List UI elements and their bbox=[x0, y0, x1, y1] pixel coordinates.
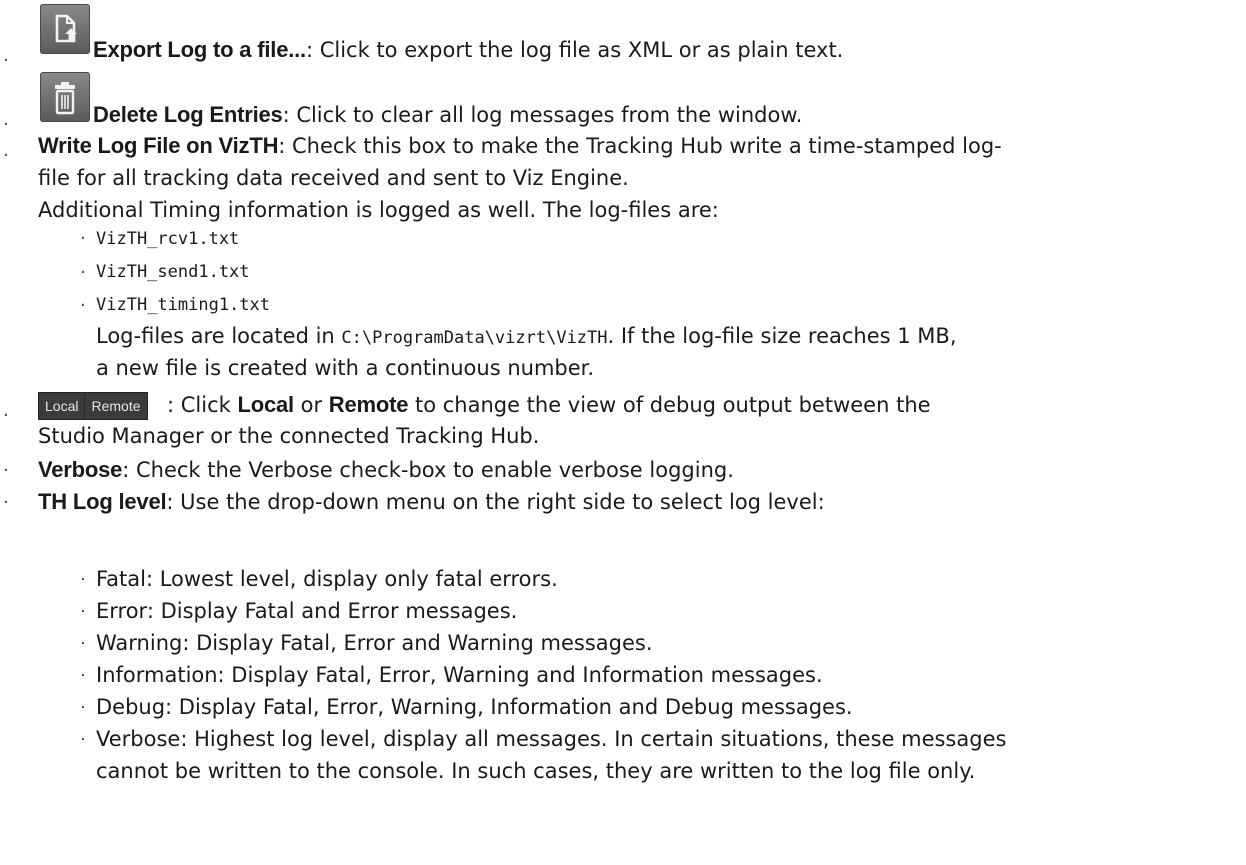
level-error: Error: Display Fatal and Error messages. bbox=[96, 599, 518, 623]
log-file-send: VizTH_send1.txt bbox=[96, 262, 250, 282]
bullet: · bbox=[80, 633, 86, 654]
write-desc1: : Check this box to make the Tracking Hu… bbox=[278, 134, 1002, 158]
write-desc2: file for all tracking data received and … bbox=[38, 166, 629, 190]
local-remote-line2: Studio Manager or the connected Tracking… bbox=[38, 424, 540, 448]
verbose-term: Verbose bbox=[38, 457, 123, 482]
verbose-desc: : Check the Verbose check-box to enable … bbox=[122, 458, 734, 482]
export-term: Export Log to a file... bbox=[93, 37, 306, 62]
local-term: Local bbox=[237, 392, 294, 417]
bullet: · bbox=[80, 601, 86, 622]
local-remote-or: or bbox=[293, 393, 329, 417]
local-remote-pre: : Click bbox=[167, 393, 238, 417]
bullet: · bbox=[3, 50, 9, 71]
export-item: Export Log to a file...: Click to export… bbox=[93, 35, 843, 65]
level-debug: Debug: Display Fatal, Error, Warning, In… bbox=[96, 695, 853, 719]
local-remote-item: : Click Local or Remote to change the vi… bbox=[167, 390, 931, 420]
log-location-path: C:\ProgramData\vizrt\VizTH bbox=[341, 328, 608, 348]
write-item: Write Log File on VizTH: Check this box … bbox=[38, 131, 1002, 161]
export-file-icon[interactable] bbox=[40, 4, 90, 54]
bullet: · bbox=[3, 460, 9, 481]
write-term: Write Log File on VizTH bbox=[38, 133, 279, 158]
thlog-desc: : Use the drop-down menu on the right si… bbox=[166, 490, 825, 514]
bullet: · bbox=[80, 697, 86, 718]
log-location: Log-files are located in C:\ProgramData\… bbox=[96, 321, 957, 353]
bullet: · bbox=[80, 228, 86, 249]
thlog-term: TH Log level bbox=[38, 489, 167, 514]
thlog-item: TH Log level: Use the drop-down menu on … bbox=[38, 487, 825, 517]
remote-term: Remote bbox=[328, 392, 409, 417]
write-desc3: Additional Timing information is logged … bbox=[38, 198, 719, 222]
trash-icon[interactable] bbox=[40, 72, 90, 122]
bullet: · bbox=[80, 295, 86, 316]
level-information: Information: Display Fatal, Error, Warni… bbox=[96, 663, 823, 687]
bullet: · bbox=[3, 114, 9, 135]
export-desc: : Click to export the log file as XML or… bbox=[305, 38, 844, 62]
level-verbose: Verbose: Highest log level, display all … bbox=[96, 727, 1007, 751]
bullet: · bbox=[3, 405, 9, 426]
delete-term: Delete Log Entries bbox=[93, 102, 283, 127]
local-remote-toggle: Local Remote bbox=[38, 392, 148, 420]
log-location-post: . If the log-file size reaches 1 MB, bbox=[607, 324, 957, 348]
bullet: · bbox=[3, 492, 9, 513]
level-warning: Warning: Display Fatal, Error and Warnin… bbox=[96, 631, 653, 655]
local-remote-post: to change the view of debug output betwe… bbox=[408, 393, 931, 417]
log-location-line2: a new file is created with a continuous … bbox=[96, 356, 595, 380]
delete-item: Delete Log Entries: Click to clear all l… bbox=[93, 100, 802, 130]
bullet: · bbox=[80, 262, 86, 283]
log-location-pre: Log-files are located in bbox=[96, 324, 342, 348]
level-verbose-cont: cannot be written to the console. In suc… bbox=[96, 759, 976, 783]
bullet: · bbox=[80, 569, 86, 590]
bullet: · bbox=[80, 729, 86, 750]
log-file-timing: VizTH_timing1.txt bbox=[96, 295, 270, 315]
remote-button[interactable]: Remote bbox=[84, 393, 146, 419]
level-fatal: Fatal: Lowest level, display only fatal … bbox=[96, 567, 558, 591]
verbose-item: Verbose: Check the Verbose check-box to … bbox=[38, 455, 734, 485]
delete-desc: : Click to clear all log messages from t… bbox=[282, 103, 803, 127]
bullet: · bbox=[3, 145, 9, 166]
bullet: · bbox=[80, 665, 86, 686]
local-button[interactable]: Local bbox=[39, 393, 84, 419]
log-file-rcv: VizTH_rcv1.txt bbox=[96, 229, 240, 249]
